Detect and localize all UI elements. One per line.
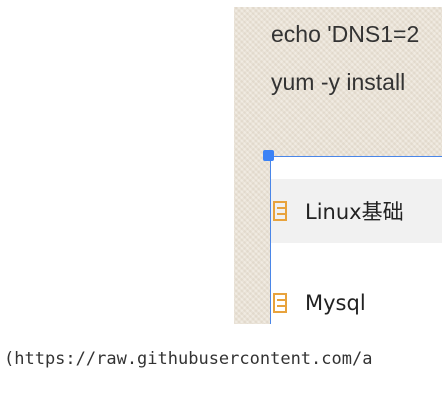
code-line-dns: echo 'DNS1=2 <box>271 21 420 47</box>
markdown-url-text: (https://raw.githubusercontent.com/a <box>4 349 373 369</box>
sidebar-item-label: Linux基础 <box>305 200 404 224</box>
page-canvas: echo 'DNS1=2 yum -y install Linux基础 Mysq… <box>0 0 442 417</box>
sidebar-panel: Linux基础 Mysql <box>270 156 442 324</box>
code-line-yum: yum -y install <box>271 69 406 95</box>
sidebar-item-linux[interactable]: Linux基础 <box>271 179 442 243</box>
resize-handle[interactable] <box>263 150 274 161</box>
sidebar-item-mysql[interactable]: Mysql <box>271 271 442 324</box>
embedded-screenshot: echo 'DNS1=2 yum -y install Linux基础 Mysq… <box>234 7 442 324</box>
document-icon <box>273 201 287 221</box>
sidebar-item-label: Mysql <box>305 291 366 315</box>
document-icon <box>273 293 287 313</box>
